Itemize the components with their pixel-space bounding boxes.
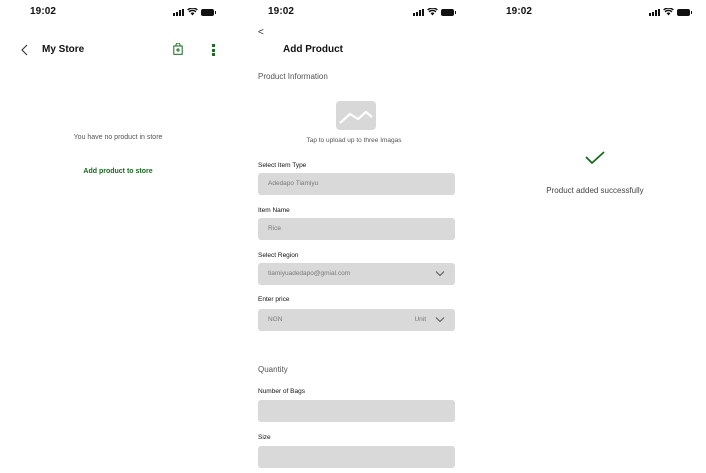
signal-icon	[649, 8, 660, 16]
status-time: 19:02	[30, 6, 57, 17]
page-title: My Store	[42, 44, 85, 55]
item-name-input[interactable]: Rice	[258, 218, 455, 240]
region-label: Select Region	[258, 252, 299, 259]
status-icons	[173, 8, 216, 16]
item-type-value: Adedapo Tiamiyu	[268, 180, 319, 187]
chevron-down-icon[interactable]	[435, 270, 445, 277]
page-title: Add Product	[283, 44, 343, 55]
battery-icon	[441, 8, 456, 16]
success-screen: 19:02 Product added successfully	[472, 0, 706, 473]
wifi-icon	[187, 8, 198, 16]
chevron-down-icon[interactable]	[435, 316, 445, 323]
upload-hint: Tap to upload up to three Imagas	[306, 137, 402, 144]
shopping-bag-icon[interactable]	[173, 43, 183, 55]
item-name-value: Rice	[268, 225, 282, 232]
status-time: 19:02	[506, 6, 533, 17]
region-select[interactable]: tiamiyuadedapo@gmial.com	[258, 263, 455, 285]
signal-icon	[173, 8, 184, 16]
price-input[interactable]: NGN Unit	[258, 309, 455, 331]
more-vertical-icon[interactable]	[211, 44, 215, 56]
unit-select[interactable]: Unit	[414, 316, 426, 323]
region-value: tiamiyuadedapo@gmial.com	[268, 270, 351, 277]
add-product-screen: 19:02 < Add Product Product Information …	[236, 0, 472, 473]
empty-state-message: You have no product in store	[73, 134, 163, 141]
signal-icon	[413, 8, 424, 16]
checkmark-icon	[585, 151, 605, 164]
status-bar: 19:02	[236, 6, 472, 20]
size-label: Size	[258, 434, 271, 441]
bags-input[interactable]	[258, 400, 455, 422]
quantity-heading: Quantity	[258, 365, 288, 374]
status-time: 19:02	[268, 6, 295, 17]
chevron-left-icon[interactable]	[18, 43, 32, 57]
product-information-heading: Product Information	[258, 72, 328, 81]
status-icons	[649, 8, 692, 16]
wifi-icon	[427, 8, 438, 16]
header: My Store	[18, 43, 218, 57]
add-product-link[interactable]: Add product to store	[0, 168, 236, 175]
bags-label: Number of Bags	[258, 388, 305, 395]
size-input[interactable]	[258, 446, 455, 468]
price-label: Enter price	[258, 296, 290, 303]
my-store-screen: 19:02 My Store You have no product in st…	[0, 0, 236, 473]
wifi-icon	[663, 8, 674, 16]
status-icons	[413, 8, 456, 16]
image-upload-icon[interactable]	[336, 101, 376, 130]
back-button[interactable]: <	[258, 28, 264, 38]
item-name-label: Item Name	[258, 207, 290, 214]
item-type-label: Select Item Type	[258, 162, 307, 169]
success-message: Product added successfully	[546, 186, 644, 195]
currency-value: NGN	[268, 316, 283, 323]
item-type-field[interactable]: Adedapo Tiamiyu	[258, 173, 455, 195]
battery-icon	[201, 8, 216, 16]
status-bar: 19:02	[0, 6, 236, 20]
battery-icon	[677, 8, 692, 16]
status-bar: 19:02	[472, 6, 706, 20]
